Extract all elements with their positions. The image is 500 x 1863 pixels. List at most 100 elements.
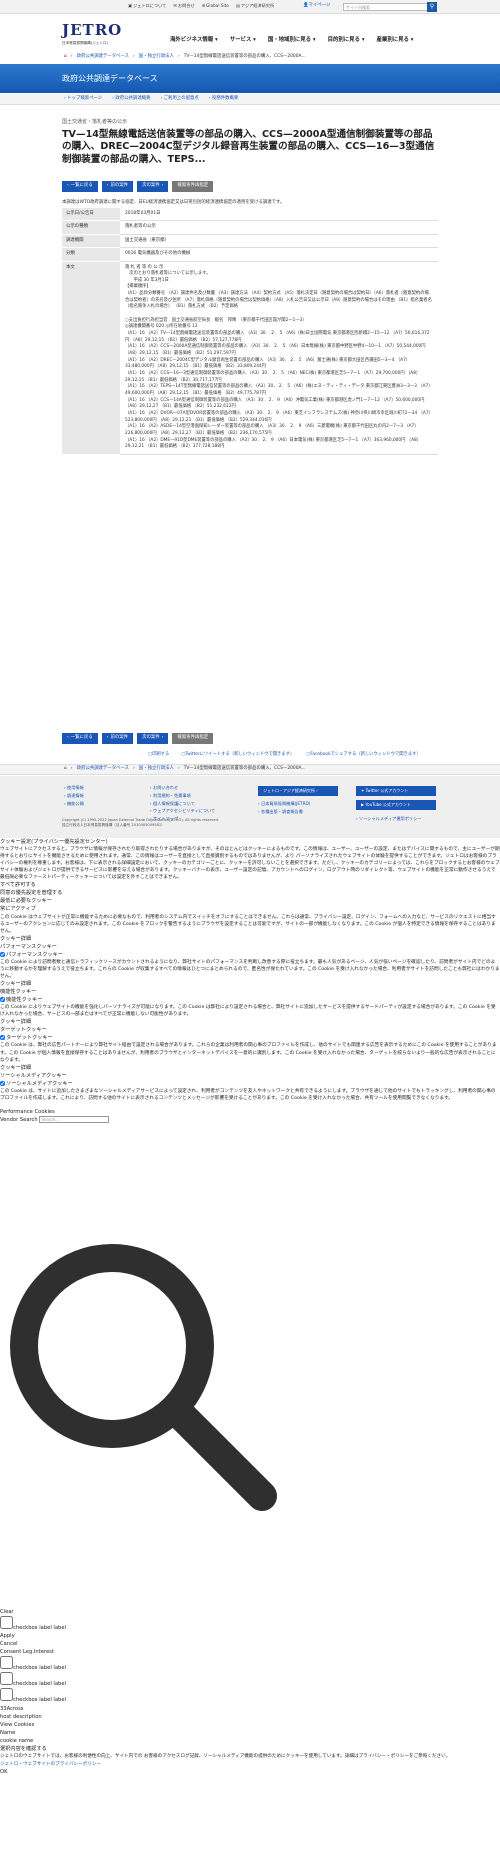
table-row: 分類 0016 電気機器及びその他の機械 [62, 247, 438, 262]
subnav-top-search[interactable]: › トップ検索ページ [64, 96, 102, 102]
utility-links: ▣ ジェトロについて ✉ お問合せ ⊕ Global Site ▤ アジア経済研… [128, 3, 274, 9]
ide-button[interactable]: ジェトロ・アジア経済研究所 › [258, 786, 338, 796]
social-checkbox-label: ソーシャルメディアクッキー [6, 1080, 73, 1087]
host-description: host description [0, 1713, 42, 1720]
confirm-choices-button[interactable]: 選択内容を確認する [0, 1745, 500, 1753]
footer-link[interactable]: › 機能公開 [64, 800, 84, 808]
footer-link[interactable]: › 各種出版・調査報告書 [258, 808, 310, 816]
site-footer: › 使用情報 › 調達情報 › 機能公開 › お問い合わせ › 利用規約・免責事… [0, 776, 500, 838]
back-to-list-button-bottom[interactable]: ‹ 一覧に戻る [62, 733, 98, 744]
always-active-label: 常にアクティブ [0, 906, 36, 913]
next-item-button[interactable]: 次の案件 › [137, 181, 169, 192]
cookie-details-link[interactable]: クッキー詳細 [0, 935, 500, 943]
social-cookies-desc: この Cookie は、サイトに追加したさまざまなソーシャルメディアサービスによ… [0, 1088, 496, 1101]
privacy-policy-link[interactable]: ジェトロ・ウェブサイトのプライバシーポリシー [0, 1762, 101, 1767]
breadcrumb-gpdb[interactable]: 政府公共調達データベース [77, 766, 129, 772]
back-to-list-button[interactable]: ‹ 一覧に戻る [62, 181, 98, 192]
table-row: 本文落 札 者 等 の 公 示 次のとおり落札者等について公示します。 平成 3… [62, 261, 438, 455]
mypage-link[interactable]: 👤マイページ [303, 3, 330, 9]
cookie-details-link[interactable]: クッキー詳細 [0, 1064, 500, 1072]
site-search-input[interactable]: サイト内検索 [343, 3, 428, 11]
breadcrumb: ⌂ › 政府公共調達データベース › 国・独立行政法人 › TV—14型無線電話送信装… [64, 54, 306, 60]
row-label: 公示日/公告日 [62, 208, 120, 222]
breadcrumb-current: TV—14型無線電話送信装置等の部品の購入、CCS—2000A... [183, 766, 306, 772]
strict-cookies-desc: この Cookie はウェブサイトが正常に機能するために必要なもので、利用者のシ… [0, 914, 496, 934]
twitter-share-link[interactable]: ▢Twitterにツイートする（新しいウィンドウで開きます） [181, 752, 294, 758]
search-icon[interactable]: ⚲ [427, 2, 437, 12]
print-link[interactable]: ▢印刷する [148, 752, 169, 758]
page-title: TV—14型無線電話送信装置等の部品の購入、CCS—2000A型通信制御装置等の… [62, 129, 435, 165]
footer-link[interactable]: › お問い合わせ [150, 784, 215, 792]
footer-link[interactable]: › 利用規約・免責事項 [150, 792, 215, 800]
prev-item-button-bottom[interactable]: ‹ 前の案件 [101, 733, 134, 744]
gnav-services[interactable]: サービス ▾ [230, 37, 256, 45]
performance-checkbox[interactable] [0, 951, 5, 957]
ok-button[interactable]: OK [0, 1768, 500, 1776]
functional-cookies-heading: 機能性クッキー [0, 989, 37, 996]
breadcrumb-agency[interactable]: 国・独立行政法人 [139, 54, 174, 60]
apply-button[interactable]: Apply [0, 1632, 500, 1640]
filter-checkbox[interactable] [0, 1672, 13, 1686]
footer-link[interactable]: › 日本貿易振興機構(JETRO) [258, 800, 310, 808]
vendor-search-label: Vendor Search [0, 1116, 38, 1123]
utility-link-contact[interactable]: ✉ お問合せ [173, 3, 194, 9]
banner-title: 政府公共調達データベース [62, 74, 158, 83]
filter-checkbox[interactable] [0, 1656, 13, 1670]
checkbox-label: checkbox label label [13, 1665, 66, 1672]
gnav-by-purpose[interactable]: 目的別に見る ▾ [328, 37, 365, 45]
footer-col-1: › 使用情報 › 調達情報 › 機能公開 [64, 784, 84, 807]
research-button[interactable]: 検索条件再指定 [172, 181, 214, 192]
functional-cookies-desc: この Cookie によりウェブサイトの機能を強化しパーソナライズが可能になりま… [0, 1005, 496, 1018]
filter-checkbox[interactable] [0, 1688, 13, 1702]
performance-cookies-heading: パフォーマンスクッキー [0, 943, 57, 950]
footer-link[interactable]: › 個人情報保護について [150, 800, 215, 808]
share-links: ▢印刷する ▢Twitterにツイートする（新しいウィンドウで開きます） ▢Fa… [148, 752, 421, 758]
home-icon[interactable]: ⌂ [64, 766, 67, 772]
youtube-account-button[interactable]: ▶ YouTube 公式アカウント [356, 800, 436, 810]
gnav-by-region[interactable]: 国・地域別に見る ▾ [268, 37, 316, 45]
social-policy-link[interactable]: › ソーシャルメディア運用ポリシー [356, 815, 421, 823]
functional-checkbox-label: 機能性クッキー [6, 997, 43, 1004]
chevron-left-icon: ‹ [106, 735, 109, 741]
jetro-logo[interactable]: JETRO 日本貿易振興機構(ジェトロ) [62, 20, 122, 46]
allow-all-button[interactable]: すべて許可する [0, 881, 500, 889]
checkbox-label: checkbox label label [13, 1697, 66, 1704]
utility-link-ide[interactable]: ▤ アジア経済研究所 [236, 3, 274, 9]
research-button-bottom[interactable]: 検索条件再指定 [172, 733, 214, 744]
cookie-name-value: cookie name [0, 1737, 34, 1744]
subnav-overview[interactable]: › 政府公共調達概要 [112, 96, 150, 102]
gnav-by-industry[interactable]: 産業別に見る ▾ [377, 37, 414, 45]
subnav-counts[interactable]: › 役務件数概要 [209, 96, 239, 102]
table-row: 公示日/公告日 2018年03月01日 [62, 208, 438, 222]
home-icon[interactable]: ⌂ [64, 54, 67, 60]
breadcrumb-gpdb[interactable]: 政府公共調達データベース [77, 54, 129, 60]
targeting-checkbox[interactable] [0, 1035, 5, 1041]
clear-button[interactable]: Clear [0, 1608, 500, 1616]
utility-link-about[interactable]: ▣ ジェトロについて [128, 3, 166, 9]
footer-link[interactable]: › ウェブアクセシビリティについて [150, 807, 215, 815]
facebook-share-link[interactable]: ▢Facebookでシェアする（新しいウィンドウで開きます） [306, 752, 421, 758]
cookie-details-link[interactable]: クッキー詳細 [0, 1018, 500, 1026]
cookie-preference-center: クッキー設定(プライバシー優先設定センター) ウェブサイトにアクセスすると、ブラ… [0, 838, 500, 1124]
social-checkbox[interactable] [0, 1080, 5, 1086]
cancel-button[interactable]: Cancel [0, 1640, 500, 1648]
footer-link[interactable]: › 調達情報 [64, 792, 84, 800]
twitter-account-button[interactable]: ✦ Twitter 公式アカウント [356, 786, 436, 796]
filter-checkbox[interactable] [0, 1616, 13, 1630]
breadcrumb-agency[interactable]: 国・独立行政法人 [139, 766, 174, 772]
page-banner: 政府公共調達データベース [0, 64, 500, 93]
notice-body: 落 札 者 等 の 公 示 次のとおり落札者等について公示します。 平成 30 … [120, 261, 438, 455]
view-cookies-link[interactable]: View Cookies [0, 1721, 500, 1729]
row-value: 2018年03月01日 [120, 208, 438, 222]
footer-link[interactable]: › 使用情報 [64, 784, 84, 792]
prev-item-button[interactable]: ‹ 前の案件 [101, 181, 134, 192]
subnav-notes[interactable]: › ご利用上の留意点 [161, 96, 199, 102]
vendor-search-input[interactable]: Search... [39, 1115, 110, 1123]
next-item-button-bottom[interactable]: 次の案件 › [137, 733, 169, 744]
cookie-details-link[interactable]: クッキー詳細 [0, 980, 500, 988]
gnav-overseas-business[interactable]: 海外ビジネス情報 ▾ [170, 37, 218, 45]
table-row: 公示の種類 落札者等の公示 [62, 220, 438, 235]
utility-link-global[interactable]: ⊕ Global Site [202, 3, 229, 9]
functional-checkbox[interactable] [0, 997, 5, 1003]
search-icon[interactable] [0, 1234, 280, 1524]
